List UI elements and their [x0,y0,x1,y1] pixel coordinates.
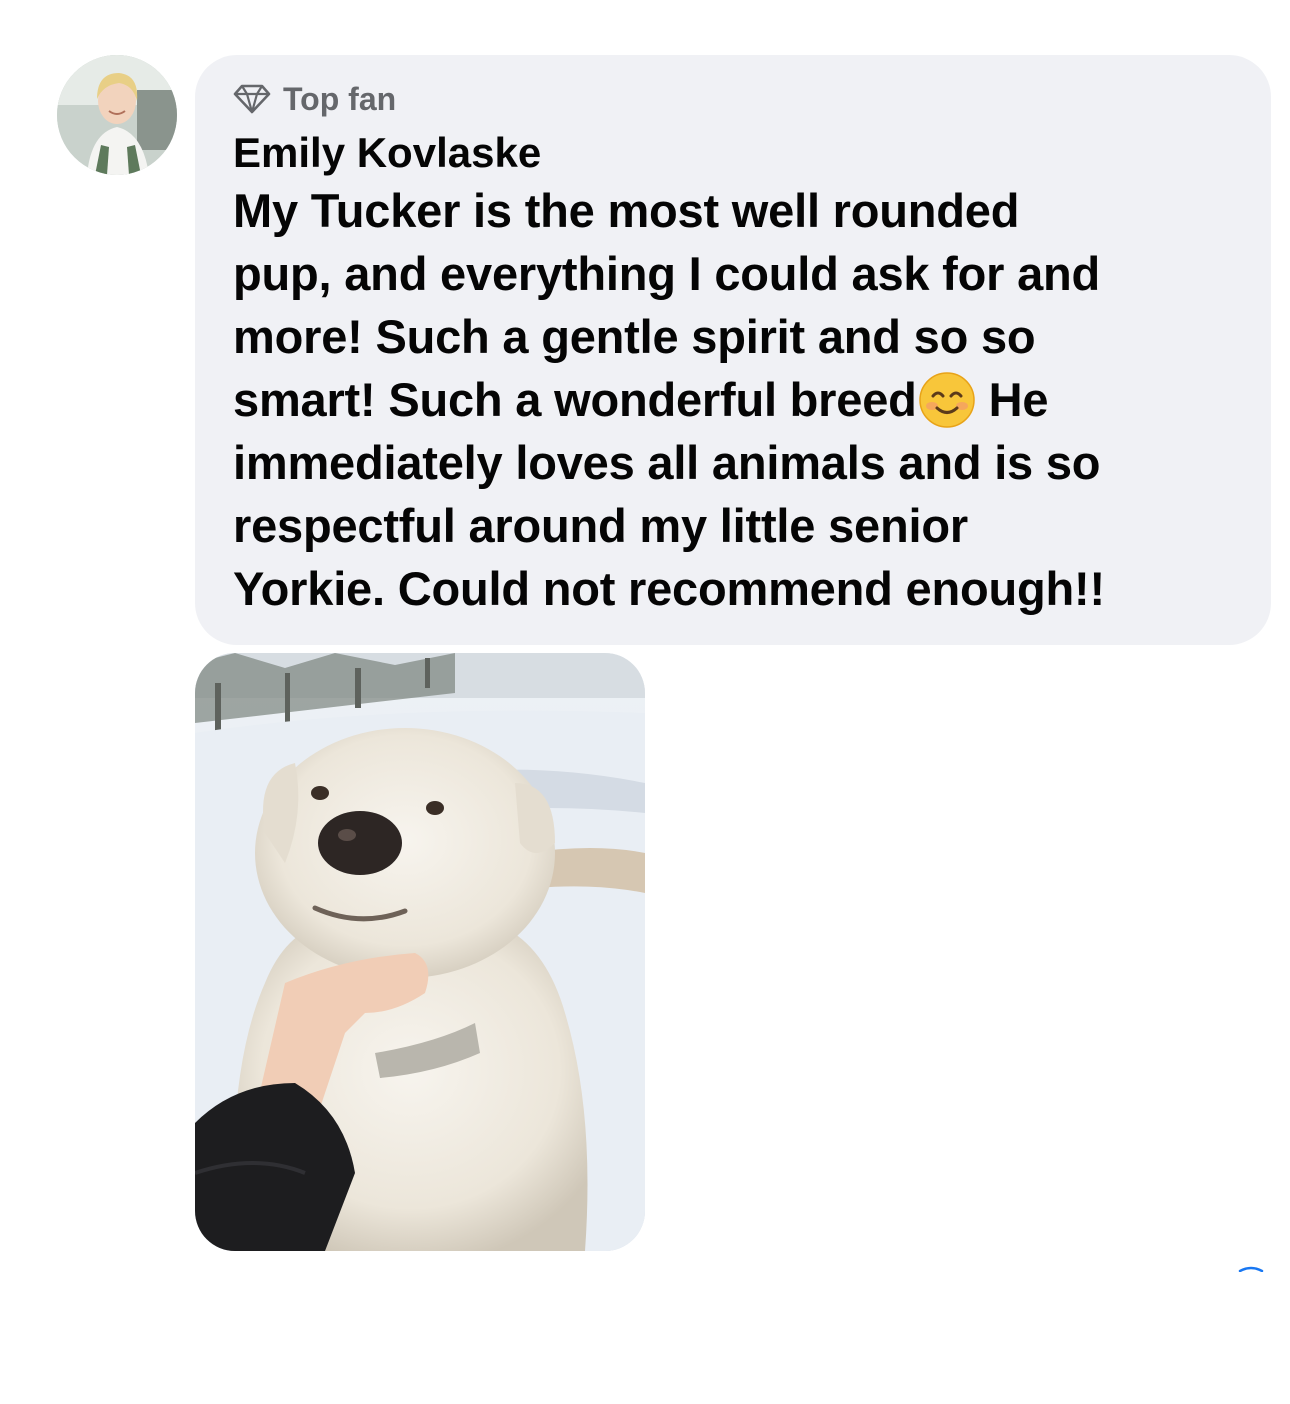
comment-line: respectful around my little senior [233,499,968,552]
comment-line: My Tucker is the most well rounded [233,184,1020,237]
comment-line-part: He [988,373,1049,426]
comment-line: Yorkie. Could not recommend enough!! [233,562,1105,615]
smiling-face-emoji-icon [918,372,975,428]
top-fan-badge[interactable]: Top fan [233,77,1251,121]
diamond-icon [233,84,271,114]
comment-line: smart! Such a wonderful breed He [233,368,1251,431]
comment-line-part: smart! Such a wonderful breed [233,373,917,426]
comment-bubble: Top fan Emily Kovlaske My Tucker is the … [195,55,1271,645]
comment-thread: Top fan Emily Kovlaske My Tucker is the … [0,0,1290,1404]
avatar[interactable] [57,55,177,175]
comment-line: pup, and everything I could ask for and [233,247,1101,300]
attached-photo[interactable] [195,653,645,1251]
comment-line: more! Such a gentle spirit and so so [233,310,1036,363]
partial-blue-arc-icon [1238,1266,1264,1272]
comment-text: My Tucker is the most well rounded pup, … [233,179,1251,620]
author-name[interactable]: Emily Kovlaske [233,125,1251,181]
badge-label: Top fan [283,80,397,117]
comment-line: immediately loves all animals and is so [233,436,1101,489]
